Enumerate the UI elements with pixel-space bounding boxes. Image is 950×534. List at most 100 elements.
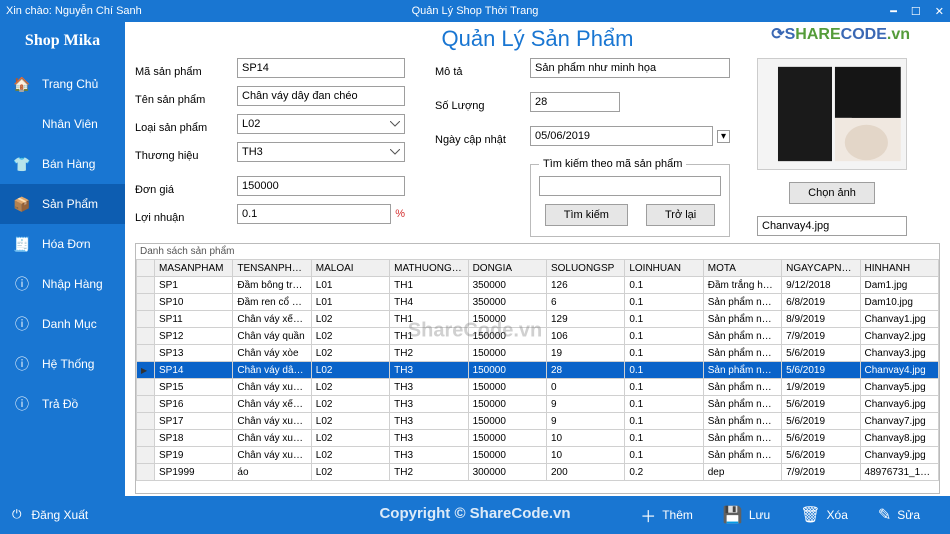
image-filename[interactable]: [757, 216, 907, 236]
table-cell: 0: [546, 379, 624, 396]
table-row[interactable]: SP10Đầm ren cổ nâuL01TH435000060.1Sản ph…: [137, 294, 939, 311]
maximize-button[interactable]: ☐: [911, 5, 921, 18]
col-header[interactable]: HINHANH: [860, 260, 938, 277]
table-cell: TH2: [390, 345, 468, 362]
input-ngay[interactable]: [530, 126, 713, 146]
footer-lưu-button[interactable]: 💾Lưu: [723, 505, 770, 525]
table-row[interactable]: SP13Chân váy xòeL02TH2150000190.1Sản phẩ…: [137, 345, 939, 362]
sidebar-item-1[interactable]: 👤Nhân Viên: [0, 104, 125, 144]
sidebar-item-6[interactable]: ⓘDanh Mục: [0, 304, 125, 344]
footer-xóa-button[interactable]: 🗑Xóa: [800, 505, 848, 525]
table-row[interactable]: SP18Chân váy xuống n...L02TH3150000100.1…: [137, 430, 939, 447]
table-cell: 5/6/2019: [782, 413, 860, 430]
choose-image-button[interactable]: Chọn ảnh: [789, 182, 875, 204]
table-row[interactable]: SP19Chân váy xuống d...L02TH3150000100.1…: [137, 447, 939, 464]
table-row[interactable]: SP11Chân váy xếp tầngL02TH11500001290.1S…: [137, 311, 939, 328]
input-mota[interactable]: [530, 58, 730, 78]
sidebar-item-2[interactable]: 👕Bán Hàng: [0, 144, 125, 184]
search-fieldset: Tìm kiếm theo mã sản phẩm Tìm kiếm Trở l…: [530, 158, 730, 237]
sidebar-item-5[interactable]: ⓘNhập Hàng: [0, 264, 125, 304]
table-cell: L02: [311, 396, 389, 413]
col-header[interactable]: MOTA: [703, 260, 781, 277]
table-cell: Chân váy xếp tầng: [233, 311, 311, 328]
table-cell: Sản phẩm như min...: [703, 362, 781, 379]
col-header[interactable]: TENSANPHAM: [233, 260, 311, 277]
receipt-icon: 🧾: [12, 234, 32, 254]
logout-button[interactable]: ⏻ Đăng Xuất: [0, 495, 125, 534]
window-title: Quản Lý Shop Thời Trang: [412, 5, 539, 17]
table-cell: Chân váy xuống dài: [233, 413, 311, 430]
table-row[interactable]: SP1999áoL02TH23000002000.2dep7/9/2019489…: [137, 464, 939, 481]
minimize-button[interactable]: ━: [890, 5, 897, 18]
input-tensp[interactable]: [237, 86, 405, 106]
table-cell: 0.1: [625, 447, 703, 464]
select-thuonghieu[interactable]: TH3: [237, 142, 405, 162]
edit-icon: ✎: [878, 505, 891, 525]
table-cell: TH1: [390, 328, 468, 345]
table-cell: L02: [311, 362, 389, 379]
col-header[interactable]: DONGIA: [468, 260, 546, 277]
table-row[interactable]: SP1Đầm bông trắngL01TH13500001260.1Đầm t…: [137, 277, 939, 294]
table-cell: 150000: [468, 396, 546, 413]
table-cell: 9/12/2018: [782, 277, 860, 294]
table-row[interactable]: SP15Chân váy xuống n...L02TH315000000.1S…: [137, 379, 939, 396]
sidebar-item-7[interactable]: ⓘHệ Thống: [0, 344, 125, 384]
col-header[interactable]: MASANPHAM: [155, 260, 233, 277]
table-cell: 129: [546, 311, 624, 328]
label-gia: Đơn giá: [135, 180, 227, 200]
info-icon: ⓘ: [12, 394, 32, 414]
table-cell: L02: [311, 464, 389, 481]
close-button[interactable]: ✕: [935, 5, 944, 18]
sidebar-item-label: Danh Mục: [42, 317, 97, 331]
table-row[interactable]: SP12Chân váy quầnL02TH11500001060.1Sản p…: [137, 328, 939, 345]
form-area: Mã sản phẩm Tên sản phẩm Loại sản phẩm T…: [125, 54, 950, 243]
table-cell: 5/6/2019: [782, 396, 860, 413]
sidebar-item-label: Hệ Thống: [42, 357, 94, 371]
table-cell: SP17: [155, 413, 233, 430]
footer-thêm-button[interactable]: ＋Thêm: [640, 503, 693, 527]
col-header[interactable]: MALOAI: [311, 260, 389, 277]
back-button[interactable]: Trở lại: [646, 204, 715, 226]
footer-toolbar: ＋Thêm 💾Lưu 🗑Xóa ✎Sửa: [125, 496, 950, 534]
table-cell: 200: [546, 464, 624, 481]
percent-label: %: [395, 208, 405, 220]
table-cell: TH3: [390, 413, 468, 430]
input-dongia[interactable]: [237, 176, 405, 196]
search-legend: Tìm kiếm theo mã sản phẩm: [539, 158, 686, 170]
input-soluong[interactable]: [530, 92, 620, 112]
sidebar-item-3[interactable]: 📦Sản Phẩm: [0, 184, 125, 224]
table-row[interactable]: SP17Chân váy xuống dàiL02TH315000090.1Sả…: [137, 413, 939, 430]
label-ngay: Ngày cập nhật: [435, 130, 520, 150]
table-row[interactable]: SP14Chân váy dây đan...L02TH3150000280.1…: [137, 362, 939, 379]
table-cell: 7/9/2019: [782, 328, 860, 345]
table-cell: L02: [311, 311, 389, 328]
input-masp[interactable]: [237, 58, 405, 78]
footer-sửa-button[interactable]: ✎Sửa: [878, 505, 920, 525]
select-loai[interactable]: L02: [237, 114, 405, 134]
col-header[interactable]: SOLUONGSP: [546, 260, 624, 277]
grid-title: Danh sách sản phẩm: [136, 244, 939, 259]
table-cell: Sản phẩm như min...: [703, 328, 781, 345]
col-header[interactable]: LOINHUAN: [625, 260, 703, 277]
table-cell: Chân váy dây đan...: [233, 362, 311, 379]
col-header[interactable]: MATHUONGHIEU: [390, 260, 468, 277]
table-row[interactable]: SP16Chân váy xếp ly xámL02TH315000090.1S…: [137, 396, 939, 413]
label-loai: Loại sản phẩm: [135, 118, 227, 138]
table-cell: 150000: [468, 311, 546, 328]
sidebar-item-0[interactable]: 🏠Trang Chủ: [0, 64, 125, 104]
table-cell: Chanvay3.jpg: [860, 345, 938, 362]
table-cell: TH4: [390, 294, 468, 311]
input-loinhuan[interactable]: [237, 204, 391, 224]
col-header[interactable]: NGAYCAPNHAT: [782, 260, 860, 277]
table-cell: 0.1: [625, 294, 703, 311]
search-input[interactable]: [539, 176, 721, 196]
calendar-icon[interactable]: ▾: [717, 130, 730, 143]
table-cell: 150000: [468, 413, 546, 430]
plus-icon: ＋: [640, 503, 656, 527]
table-cell: 28: [546, 362, 624, 379]
sidebar-item-8[interactable]: ⓘTrả Đồ: [0, 384, 125, 424]
save-icon: 💾: [723, 505, 743, 525]
sidebar-item-4[interactable]: 🧾Hóa Đơn: [0, 224, 125, 264]
info-icon: ⓘ: [12, 274, 32, 294]
search-button[interactable]: Tìm kiếm: [545, 204, 628, 226]
